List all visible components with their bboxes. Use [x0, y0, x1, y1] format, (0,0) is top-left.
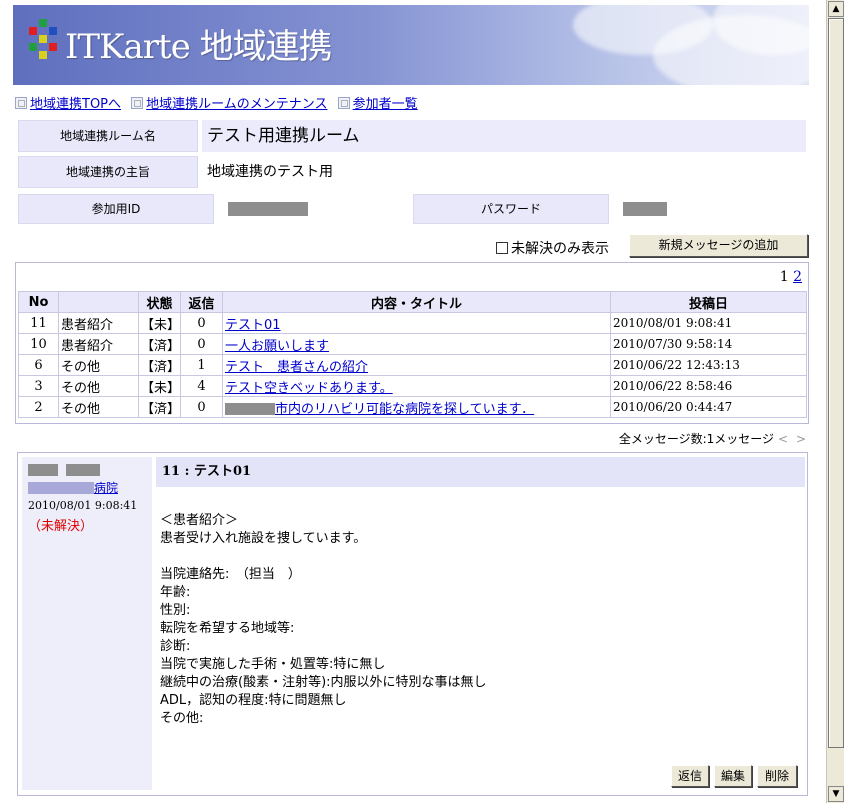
row-posted: 2010/07/30 9:58:14 [610, 333, 807, 355]
message-content: 11 : テスト01 ＜患者紹介＞ 患者受け入れ施設を捜しています。 当院連絡先… [156, 457, 805, 790]
row-status: 【済】 [138, 333, 181, 355]
message-detail: 病院 2010/08/01 9:08:41 （未解決） 11 : テスト01 ＜… [17, 452, 808, 796]
row-replies: 0 [180, 312, 223, 334]
link-icon [131, 97, 144, 109]
edit-button[interactable]: 編集 [714, 765, 752, 787]
message-status: （未解決） [28, 519, 94, 534]
nav-link-maintenance[interactable]: 地域連携ルームのメンテナンス [146, 97, 327, 112]
row-title-link[interactable]: テスト01 [225, 318, 281, 333]
nav-link-top[interactable]: 地域連携TOPへ [30, 97, 121, 112]
row-title-link[interactable]: 市内のリハビリ可能な病院を探しています． [275, 402, 534, 417]
pager: 1 2 [780, 269, 802, 285]
top-nav: 地域連携TOPへ 地域連携ルームのメンテナンス 参加者一覧 [15, 93, 424, 112]
page-frame: ITKarte 地域連携 地域連携TOPへ 地域連携ルームのメンテナンス 参加者… [0, 0, 826, 803]
row-title-link[interactable]: テスト 患者さんの紹介 [225, 360, 368, 375]
col-header-title: 内容・タイトル [222, 291, 611, 313]
link-icon [15, 97, 27, 109]
message-body: ＜患者紹介＞ 患者受け入れ施設を捜しています。 当院連絡先: （担当 ） 年齢:… [160, 513, 487, 726]
row-replies: 0 [180, 396, 223, 418]
prev-page-button[interactable]: < [778, 432, 788, 446]
unresolved-only-label: 未解決のみ表示 [511, 241, 609, 257]
message-list: 1 2 No 状態 返信 内容・タイトル 投稿日 11 患者紹介 【未】 0 テ… [15, 262, 809, 424]
table-row: 11 患者紹介 【未】 0 テスト01 2010/08/01 9:08:41 [18, 312, 807, 334]
row-category: その他 [58, 396, 139, 418]
row-title-link[interactable]: 一人お願いします [225, 339, 329, 354]
row-replies: 0 [180, 333, 223, 355]
unresolved-only-checkbox[interactable] [496, 242, 508, 254]
nav-link-participants[interactable]: 参加者一覧 [353, 97, 418, 112]
message-count: 全メッセージ数:1メッセージ < > [619, 430, 806, 447]
password-label: パスワード [413, 194, 609, 224]
page-current: 1 [779, 269, 789, 285]
room-purpose-value: 地域連携のテスト用 [207, 164, 333, 180]
room-name-label: 地域連携ルーム名 [18, 120, 198, 152]
message-title: 11 : テスト01 [156, 457, 805, 487]
author-institution-link[interactable]: 病院 [94, 481, 118, 495]
author-institution: 病院 [28, 479, 118, 496]
redacted-text [225, 402, 275, 415]
message-table: No 状態 返信 内容・タイトル 投稿日 11 患者紹介 【未】 0 テスト01… [18, 291, 807, 418]
row-no: 3 [18, 375, 59, 397]
table-row: 3 その他 【未】 4 テスト空きベッドあります。 2010/06/22 8:5… [18, 375, 807, 397]
row-posted: 2010/08/01 9:08:41 [610, 312, 807, 334]
scroll-thumb[interactable] [828, 18, 844, 748]
col-header-replies: 返信 [180, 291, 223, 313]
table-row: 6 その他 【済】 1 テスト 患者さんの紹介 2010/06/22 12:43… [18, 354, 807, 376]
banner-title: ITKarte 地域連携 [65, 27, 333, 67]
unresolved-filter[interactable]: 未解決のみ表示 [496, 238, 609, 258]
password-value [611, 194, 806, 224]
message-count-text: 全メッセージ数:1メッセージ [618, 432, 775, 446]
col-header-posted: 投稿日 [610, 291, 807, 313]
row-no: 11 [18, 312, 59, 334]
row-posted: 2010/06/22 12:43:13 [610, 354, 807, 376]
add-message-button[interactable]: 新規メッセージの追加 [629, 234, 808, 257]
participant-id-value [216, 194, 411, 224]
row-no: 2 [18, 396, 59, 418]
reply-button[interactable]: 返信 [671, 765, 709, 787]
participant-id-label: 参加用ID [18, 194, 214, 224]
room-name-value: テスト用連携ルーム [202, 120, 806, 152]
delete-button[interactable]: 削除 [757, 765, 797, 787]
row-no: 6 [18, 354, 59, 376]
page-link-2[interactable]: 2 [793, 269, 802, 285]
col-header-status: 状態 [138, 291, 181, 313]
scroll-down-icon[interactable]: ▼ [828, 786, 844, 802]
table-header-row: No 状態 返信 内容・タイトル 投稿日 [18, 291, 807, 313]
room-purpose-label: 地域連携の主旨 [18, 156, 198, 188]
row-status: 【未】 [138, 312, 181, 334]
message-date: 2010/08/01 9:08:41 [28, 499, 138, 512]
row-category: 患者紹介 [58, 333, 139, 355]
vertical-scrollbar[interactable]: ▲ ▼ [826, 0, 844, 803]
scroll-up-icon[interactable]: ▲ [828, 1, 844, 17]
link-icon [337, 97, 350, 109]
row-posted: 2010/06/22 8:58:46 [610, 375, 807, 397]
author-name [28, 463, 101, 478]
row-category: 患者紹介 [58, 312, 139, 334]
row-no: 10 [18, 333, 59, 355]
row-replies: 4 [180, 375, 223, 397]
row-category: その他 [58, 354, 139, 376]
message-author-panel: 病院 2010/08/01 9:08:41 （未解決） [22, 457, 152, 790]
col-header-no: No [18, 291, 59, 313]
room-info: 地域連携ルーム名 テスト用連携ルーム 地域連携の主旨 地域連携のテスト用 参加用… [16, 118, 808, 228]
table-row: 2 その他 【済】 0 市内のリハビリ可能な病院を探しています． 2010/06… [18, 396, 807, 418]
next-page-button[interactable]: > [796, 432, 806, 446]
row-title-link[interactable]: テスト空きベッドあります。 [225, 381, 393, 396]
col-header-category [58, 291, 139, 313]
row-replies: 1 [180, 354, 223, 376]
row-posted: 2010/06/20 0:44:47 [610, 396, 807, 418]
row-status: 【済】 [138, 396, 181, 418]
row-status: 【未】 [138, 375, 181, 397]
banner: ITKarte 地域連携 [13, 5, 809, 85]
row-status: 【済】 [138, 354, 181, 376]
table-row: 10 患者紹介 【済】 0 一人お願いします 2010/07/30 9:58:1… [18, 333, 807, 355]
row-category: その他 [58, 375, 139, 397]
